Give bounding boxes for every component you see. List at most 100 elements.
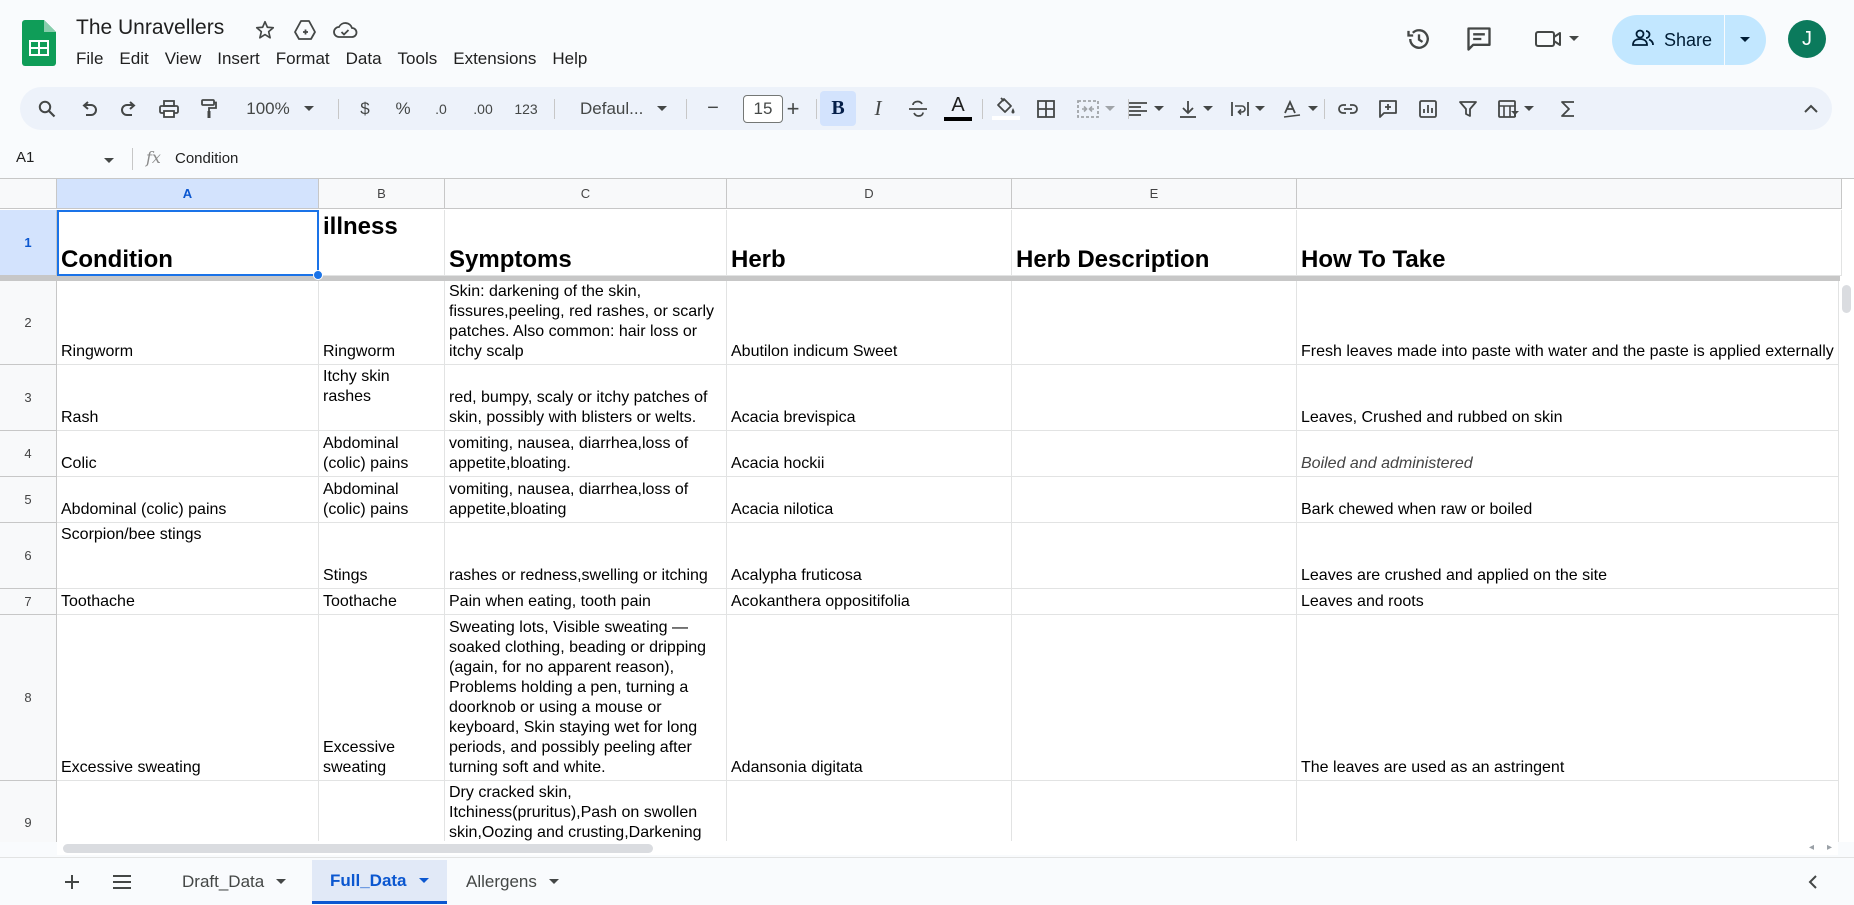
menu-insert[interactable]: Insert bbox=[209, 48, 268, 72]
cloud-status-icon[interactable] bbox=[330, 15, 360, 45]
column-header-f[interactable] bbox=[1297, 179, 1842, 209]
fill-color-button[interactable] bbox=[988, 87, 1024, 130]
star-icon[interactable] bbox=[250, 15, 280, 45]
cell-f8[interactable]: The leaves are used as an astringent bbox=[1297, 615, 1842, 781]
cell-e7[interactable] bbox=[1012, 589, 1297, 615]
share-button[interactable]: Share bbox=[1612, 15, 1766, 65]
cell-b5[interactable]: Abdominal (colic) pains bbox=[319, 477, 445, 523]
text-wrapping-icon[interactable] bbox=[1220, 87, 1276, 130]
sheet-tab-draft-data[interactable]: Draft_Data bbox=[164, 860, 304, 904]
avatar[interactable]: J bbox=[1788, 20, 1826, 58]
row-header-8[interactable]: 8 bbox=[0, 615, 57, 781]
italic-button[interactable]: I bbox=[860, 87, 896, 130]
version-history-icon[interactable] bbox=[1402, 22, 1436, 56]
column-header-a[interactable]: A bbox=[57, 179, 319, 209]
sheet-tab-full-data[interactable]: Full_Data bbox=[312, 860, 447, 904]
cell-d6[interactable]: Acalypha fruticosa bbox=[727, 523, 1012, 589]
cell-f6[interactable]: Leaves are crushed and applied on the si… bbox=[1297, 523, 1842, 589]
cell-d3[interactable]: Acacia brevispica bbox=[727, 365, 1012, 431]
move-to-drive-icon[interactable] bbox=[290, 15, 320, 45]
text-color-button[interactable]: A bbox=[940, 87, 976, 130]
share-main-button[interactable]: Share bbox=[1612, 15, 1724, 65]
formula-input[interactable]: Condition bbox=[175, 150, 238, 167]
menu-view[interactable]: View bbox=[157, 48, 210, 72]
cell-c6[interactable]: rashes or redness,swelling or itching bbox=[445, 523, 727, 589]
cell-f4[interactable]: Boiled and administered bbox=[1297, 431, 1842, 477]
percent-format-button[interactable]: % bbox=[388, 87, 418, 130]
cell-d4[interactable]: Acacia hockii bbox=[727, 431, 1012, 477]
cell-d9[interactable] bbox=[727, 781, 1012, 842]
increase-font-size-button[interactable]: + bbox=[776, 87, 810, 130]
borders-icon[interactable] bbox=[1028, 87, 1064, 130]
cell-d7[interactable]: Acokanthera oppositifolia bbox=[727, 589, 1012, 615]
cell-c1[interactable]: Symptoms bbox=[445, 210, 727, 276]
cell-c9[interactable]: Dry cracked skin, Itchiness(pruritus),Pa… bbox=[445, 781, 727, 842]
cell-e4[interactable] bbox=[1012, 431, 1297, 477]
cell-b8[interactable]: Excessive sweating bbox=[319, 615, 445, 781]
zoom-select[interactable]: 100% bbox=[240, 87, 320, 130]
paint-format-icon[interactable] bbox=[192, 87, 226, 130]
cell-f1[interactable]: How To Take bbox=[1297, 210, 1842, 276]
filter-icon[interactable] bbox=[1450, 87, 1486, 130]
sheet-tab-allergens[interactable]: Allergens bbox=[448, 860, 577, 904]
cell-a1[interactable]: Condition bbox=[57, 210, 319, 276]
meet-call-icon[interactable] bbox=[1527, 22, 1587, 56]
fill-handle[interactable] bbox=[313, 270, 323, 280]
cell-a6[interactable]: Scorpion/bee stings bbox=[57, 523, 319, 589]
scroll-right-arrow-icon[interactable]: ▸ bbox=[1827, 842, 1832, 853]
row-header-6[interactable]: 6 bbox=[0, 523, 57, 589]
bold-button[interactable]: B bbox=[820, 91, 856, 126]
cell-a4[interactable]: Colic bbox=[57, 431, 319, 477]
cell-a8[interactable]: Excessive sweating bbox=[57, 615, 319, 781]
text-rotation-icon[interactable] bbox=[1272, 87, 1328, 130]
cell-d8[interactable]: Adansonia digitata bbox=[727, 615, 1012, 781]
menu-data[interactable]: Data bbox=[338, 48, 390, 72]
menu-format[interactable]: Format bbox=[268, 48, 338, 72]
cell-c3[interactable]: red, bumpy, scaly or itchy patches of sk… bbox=[445, 365, 727, 431]
menu-help[interactable]: Help bbox=[544, 48, 595, 72]
print-icon[interactable] bbox=[152, 87, 186, 130]
select-all-corner[interactable] bbox=[0, 179, 57, 209]
cell-a3[interactable]: Rash bbox=[57, 365, 319, 431]
row-header-2[interactable]: 2 bbox=[0, 281, 57, 365]
name-box-dropdown-icon[interactable] bbox=[104, 151, 114, 169]
currency-format-button[interactable]: $ bbox=[350, 87, 380, 130]
row-header-3[interactable]: 3 bbox=[0, 365, 57, 431]
cell-b6[interactable]: Stings bbox=[319, 523, 445, 589]
cell-d1[interactable]: Herb bbox=[727, 210, 1012, 276]
filter-views-icon[interactable] bbox=[1488, 87, 1544, 130]
cell-b9[interactable] bbox=[319, 781, 445, 842]
menu-extensions[interactable]: Extensions bbox=[445, 48, 544, 72]
insert-link-icon[interactable] bbox=[1330, 87, 1366, 130]
increase-decimal-button[interactable]: .00 bbox=[464, 87, 502, 130]
cell-e3[interactable] bbox=[1012, 365, 1297, 431]
cell-c2[interactable]: Skin: darkening of the skin, fissures,pe… bbox=[445, 281, 727, 365]
undo-icon[interactable] bbox=[72, 87, 106, 130]
functions-icon[interactable] bbox=[1550, 87, 1586, 130]
cell-d2[interactable]: Abutilon indicum Sweet bbox=[727, 281, 1012, 365]
cell-f3[interactable]: Leaves, Crushed and rubbed on skin bbox=[1297, 365, 1842, 431]
cell-e8[interactable] bbox=[1012, 615, 1297, 781]
cell-b1[interactable]: illness bbox=[319, 210, 445, 276]
cell-a9[interactable] bbox=[57, 781, 319, 842]
horizontal-scroll-thumb[interactable] bbox=[63, 844, 653, 853]
cell-e9[interactable] bbox=[1012, 781, 1297, 842]
side-panel-toggle-icon[interactable] bbox=[1800, 860, 1826, 904]
vertical-align-icon[interactable] bbox=[1168, 87, 1224, 130]
cell-e1[interactable]: Herb Description bbox=[1012, 210, 1297, 276]
row-header-9[interactable]: 9 bbox=[0, 781, 57, 842]
cell-e6[interactable] bbox=[1012, 523, 1297, 589]
cell-e2[interactable] bbox=[1012, 281, 1297, 365]
cell-e5[interactable] bbox=[1012, 477, 1297, 523]
menu-tools[interactable]: Tools bbox=[390, 48, 446, 72]
row-header-7[interactable]: 7 bbox=[0, 589, 57, 615]
strikethrough-icon[interactable] bbox=[900, 87, 936, 130]
cell-f2[interactable]: Fresh leaves made into paste with water … bbox=[1297, 281, 1842, 365]
add-sheet-button[interactable] bbox=[56, 860, 88, 904]
font-family-select[interactable]: Defaul... bbox=[560, 87, 680, 130]
column-header-c[interactable]: C bbox=[445, 179, 727, 209]
vertical-scrollbar[interactable] bbox=[1838, 281, 1854, 842]
horizontal-align-icon[interactable] bbox=[1116, 87, 1176, 130]
all-sheets-button[interactable] bbox=[104, 860, 140, 904]
vertical-scroll-thumb[interactable] bbox=[1842, 285, 1851, 313]
